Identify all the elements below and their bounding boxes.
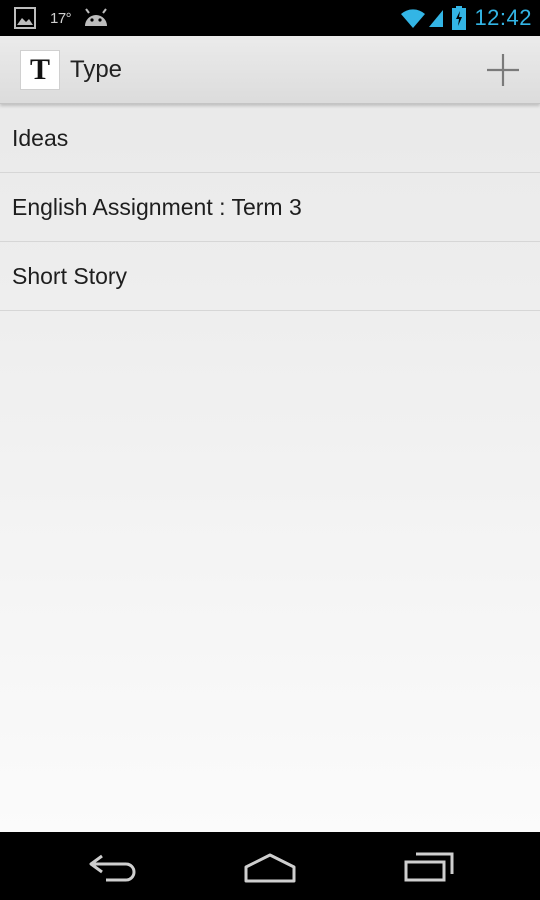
image-notification-icon (14, 7, 36, 29)
action-bar: T Type (0, 36, 540, 104)
app-title: Type (70, 56, 123, 83)
android-icon (83, 8, 109, 28)
recent-apps-icon (404, 852, 454, 882)
system-status-area: 12:42 (400, 4, 532, 32)
app-window: T Type Ideas English Assignment : Term 3… (0, 36, 540, 832)
signal-icon (428, 8, 444, 28)
notification-area: 17° (14, 6, 109, 30)
app-icon[interactable]: T (20, 50, 60, 90)
home-button[interactable] (242, 850, 298, 884)
list-item[interactable]: Ideas (0, 104, 540, 173)
document-list: Ideas English Assignment : Term 3 Short … (0, 104, 540, 311)
back-button[interactable] (86, 850, 140, 884)
add-document-button[interactable] (480, 47, 526, 93)
clock: 12:42 (474, 5, 532, 30)
home-icon (244, 853, 296, 883)
battery-charging-icon (452, 6, 467, 30)
wifi-icon (400, 7, 426, 29)
document-title: English Assignment : Term 3 (12, 193, 302, 220)
navigation-bar (0, 832, 540, 900)
back-icon (89, 854, 136, 882)
list-item[interactable]: Short Story (0, 242, 540, 311)
temperature-text: 17° (50, 9, 72, 27)
document-title: Ideas (12, 124, 69, 151)
status-bar: 17° 12:42 (0, 0, 540, 36)
list-item[interactable]: English Assignment : Term 3 (0, 173, 540, 242)
document-title: Short Story (12, 262, 128, 289)
recent-apps-button[interactable] (402, 850, 456, 884)
plus-icon (487, 54, 519, 86)
